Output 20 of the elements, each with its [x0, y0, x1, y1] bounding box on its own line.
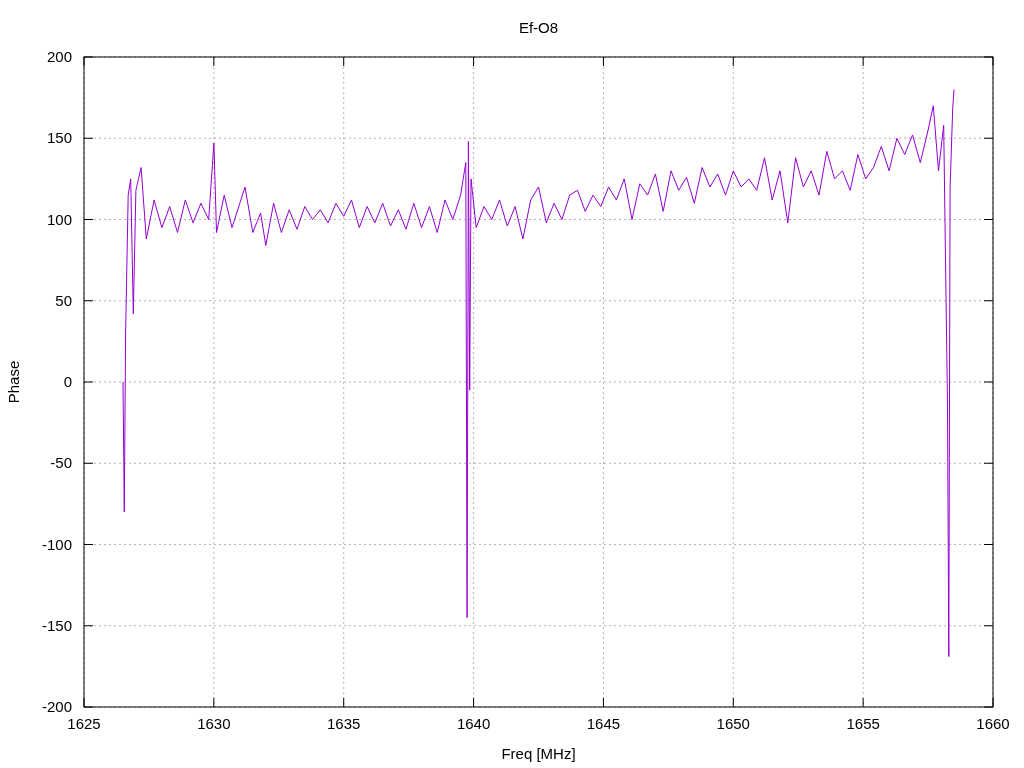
tick-label: 0	[63, 373, 72, 390]
tick-label: -200	[41, 698, 72, 715]
tick-label: -100	[41, 535, 72, 553]
tick-label: 1660	[976, 715, 1010, 732]
tick-label: 1625	[67, 715, 101, 732]
tick-label: 150	[46, 129, 72, 147]
tick-label: 1650	[716, 715, 750, 732]
tick-label: 200	[46, 48, 72, 65]
tick-label: 1635	[327, 715, 361, 732]
chart-title: Ef-O8	[518, 19, 559, 36]
axis-label: Freq [MHz]	[501, 745, 576, 762]
tick-label: 100	[46, 210, 72, 228]
tick-label: 1655	[846, 715, 880, 732]
tick-label: -150	[41, 616, 72, 634]
tick-label: 1645	[586, 715, 621, 732]
tick-label: 50	[55, 291, 72, 309]
tick-label: -50	[50, 454, 72, 472]
axis-label: Phase	[5, 360, 22, 404]
tick-label: 1640	[456, 715, 491, 732]
tick-label: 1630	[197, 715, 231, 732]
